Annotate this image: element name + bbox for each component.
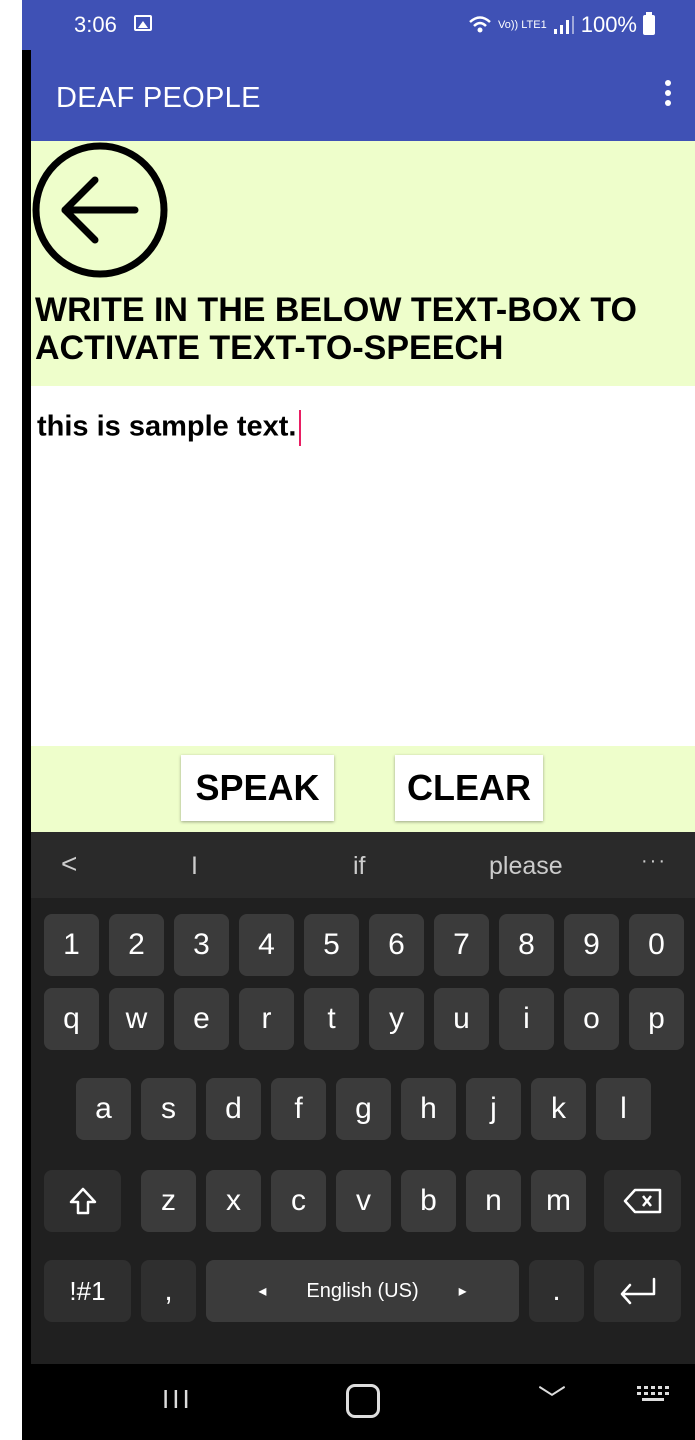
navigation-bar: III ﹀ bbox=[22, 1364, 695, 1440]
suggestion-back-button[interactable]: < bbox=[61, 848, 77, 880]
backspace-key[interactable] bbox=[604, 1170, 681, 1232]
instruction-panel: WRITE IN THE BELOW TEXT-BOX TO ACTIVATE … bbox=[31, 141, 695, 386]
key-q[interactable]: q bbox=[44, 988, 99, 1050]
key-z[interactable]: z bbox=[141, 1170, 196, 1232]
instruction-heading: WRITE IN THE BELOW TEXT-BOX TO ACTIVATE … bbox=[35, 291, 637, 367]
comma-key[interactable]: , bbox=[141, 1260, 196, 1322]
keyboard-hide-icon[interactable] bbox=[636, 1384, 670, 1404]
key-d[interactable]: d bbox=[206, 1078, 261, 1140]
text-input-value[interactable]: this is sample text. bbox=[37, 410, 301, 446]
key-i[interactable]: i bbox=[499, 988, 554, 1050]
key-b[interactable]: b bbox=[401, 1170, 456, 1232]
shift-key[interactable] bbox=[44, 1170, 121, 1232]
key-a[interactable]: a bbox=[76, 1078, 131, 1140]
key-5[interactable]: 5 bbox=[304, 914, 359, 976]
key-t[interactable]: t bbox=[304, 988, 359, 1050]
key-v[interactable]: v bbox=[336, 1170, 391, 1232]
key-r[interactable]: r bbox=[239, 988, 294, 1050]
enter-icon bbox=[620, 1277, 655, 1305]
key-7[interactable]: 7 bbox=[434, 914, 489, 976]
key-4[interactable]: 4 bbox=[239, 914, 294, 976]
key-h[interactable]: h bbox=[401, 1078, 456, 1140]
status-bar: 3:06 Vo)) LTE1 100% bbox=[22, 0, 695, 50]
battery-percent: 100% bbox=[580, 12, 637, 37]
app-title: DEAF PEOPLE bbox=[56, 82, 261, 114]
home-button[interactable] bbox=[346, 1384, 380, 1418]
key-w[interactable]: w bbox=[109, 988, 164, 1050]
key-0[interactable]: 0 bbox=[629, 914, 684, 976]
enter-key[interactable] bbox=[594, 1260, 681, 1322]
wifi-icon bbox=[469, 16, 491, 33]
phone-screen: 3:06 Vo)) LTE1 100% DEAF PEOPLE WRITE IN… bbox=[22, 0, 695, 1440]
battery-icon bbox=[643, 12, 655, 35]
signal-icon bbox=[553, 16, 574, 34]
symbols-key[interactable]: !#1 bbox=[44, 1260, 131, 1322]
image-notification-icon bbox=[134, 15, 152, 31]
key-8[interactable]: 8 bbox=[499, 914, 554, 976]
back-arrow-icon[interactable] bbox=[31, 141, 169, 279]
screen-edge bbox=[0, 0, 22, 1440]
key-g[interactable]: g bbox=[336, 1078, 391, 1140]
overflow-menu-icon[interactable] bbox=[663, 80, 673, 110]
key-l[interactable]: l bbox=[596, 1078, 651, 1140]
key-j[interactable]: j bbox=[466, 1078, 521, 1140]
period-key[interactable]: . bbox=[529, 1260, 584, 1322]
key-c[interactable]: c bbox=[271, 1170, 326, 1232]
status-indicators: Vo)) LTE1 100% bbox=[468, 12, 655, 38]
recent-apps-button[interactable]: III bbox=[162, 1384, 193, 1415]
suggestion-bar: < I if please ··· bbox=[31, 832, 695, 898]
suggestion-1[interactable]: I bbox=[191, 852, 198, 881]
typed-text: this is sample text. bbox=[37, 410, 297, 443]
app-bar: DEAF PEOPLE bbox=[31, 50, 695, 141]
suggestion-3[interactable]: please bbox=[489, 852, 563, 881]
key-e[interactable]: e bbox=[174, 988, 229, 1050]
text-caret bbox=[298, 410, 301, 446]
network-type-label: Vo)) LTE1 bbox=[498, 18, 547, 31]
key-f[interactable]: f bbox=[271, 1078, 326, 1140]
space-language-label: English (US) bbox=[306, 1279, 419, 1302]
text-input-box[interactable]: this is sample text. bbox=[31, 386, 695, 746]
key-o[interactable]: o bbox=[564, 988, 619, 1050]
key-y[interactable]: y bbox=[369, 988, 424, 1050]
status-time: 3:06 bbox=[74, 12, 117, 37]
key-k[interactable]: k bbox=[531, 1078, 586, 1140]
key-n[interactable]: n bbox=[466, 1170, 521, 1232]
key-m[interactable]: m bbox=[531, 1170, 586, 1232]
clear-button[interactable]: CLEAR bbox=[395, 755, 543, 821]
key-x[interactable]: x bbox=[206, 1170, 261, 1232]
key-1[interactable]: 1 bbox=[44, 914, 99, 976]
key-2[interactable]: 2 bbox=[109, 914, 164, 976]
back-nav-button[interactable]: ﹀ bbox=[538, 1378, 566, 1418]
suggestion-more-button[interactable]: ··· bbox=[641, 850, 667, 873]
shift-icon bbox=[69, 1187, 96, 1215]
key-3[interactable]: 3 bbox=[174, 914, 229, 976]
key-u[interactable]: u bbox=[434, 988, 489, 1050]
key-p[interactable]: p bbox=[629, 988, 684, 1050]
backspace-icon bbox=[623, 1188, 661, 1214]
on-screen-keyboard: < I if please ··· 1234567890 qwertyuiop as… bbox=[31, 832, 695, 1364]
space-bar-key[interactable]: ◂ English (US) ▸ bbox=[206, 1260, 519, 1322]
key-6[interactable]: 6 bbox=[369, 914, 424, 976]
action-buttons: SPEAK CLEAR bbox=[31, 746, 695, 832]
key-s[interactable]: s bbox=[141, 1078, 196, 1140]
space-left-arrow-icon: ◂ bbox=[258, 1283, 267, 1300]
space-right-arrow-icon: ▸ bbox=[458, 1283, 467, 1300]
key-9[interactable]: 9 bbox=[564, 914, 619, 976]
speak-button[interactable]: SPEAK bbox=[181, 755, 334, 821]
suggestion-2[interactable]: if bbox=[353, 852, 366, 881]
